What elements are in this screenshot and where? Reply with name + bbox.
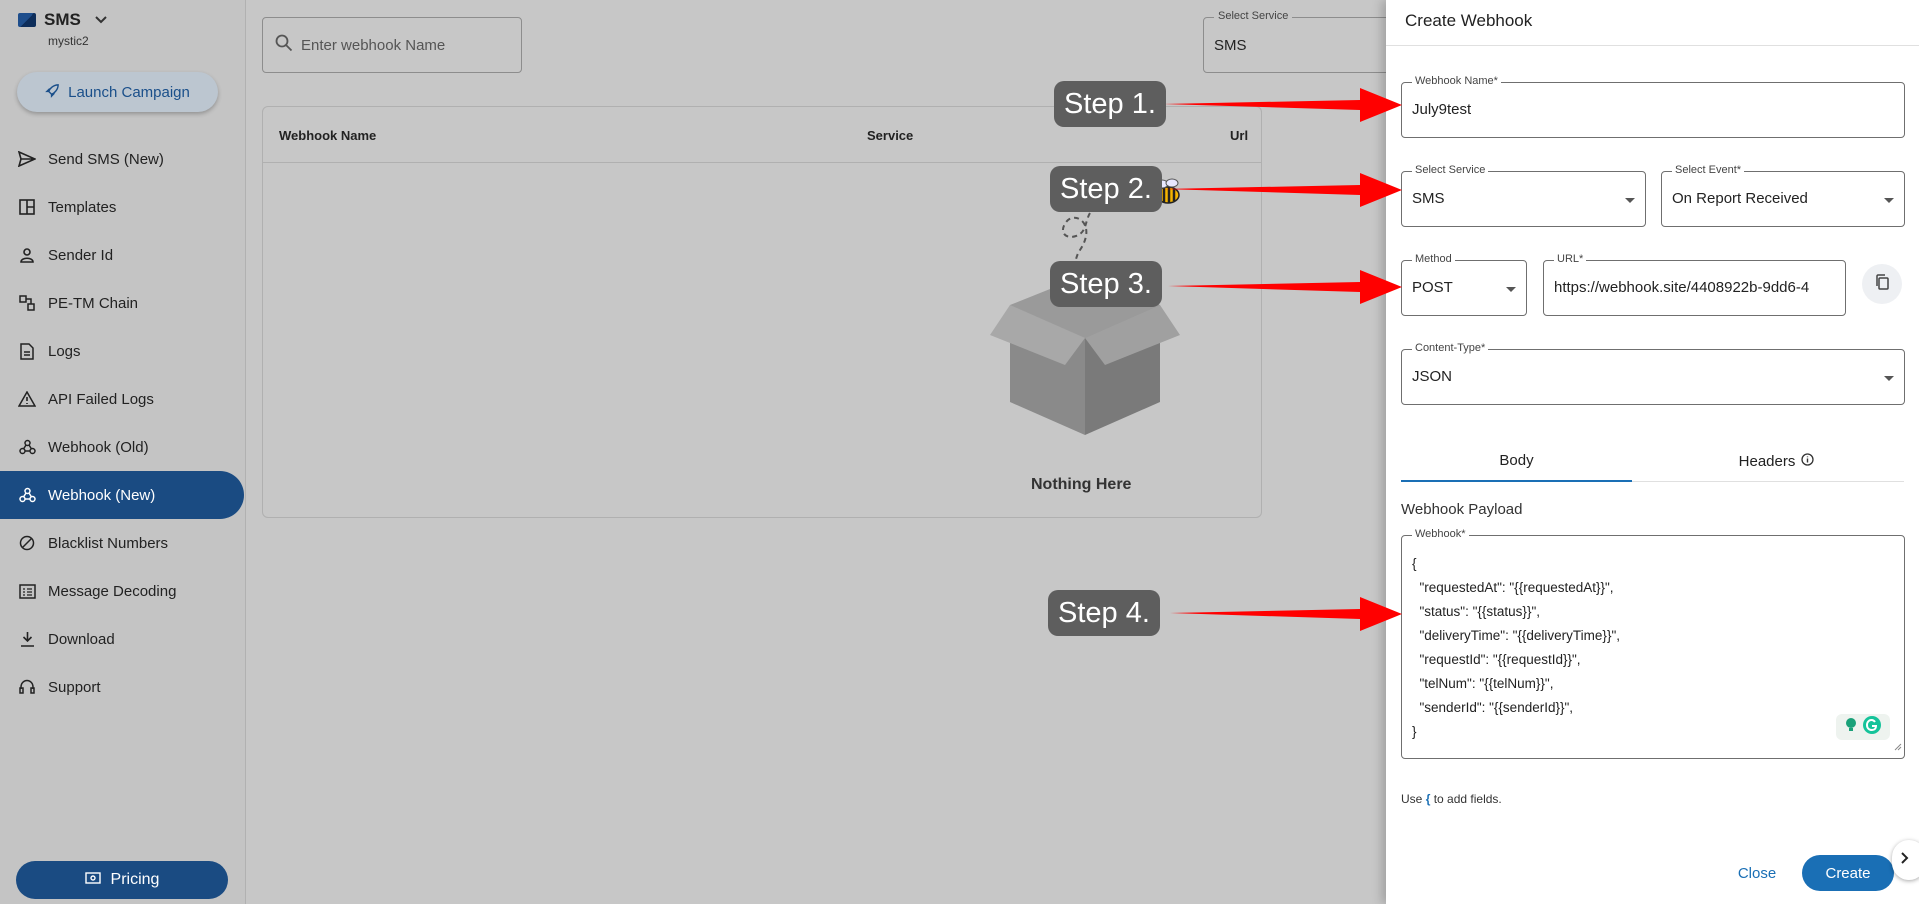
- annotation-arrows: [1163, 88, 1402, 631]
- step-1-label: Step 1.: [1054, 81, 1166, 127]
- step-2-label: Step 2.: [1050, 166, 1162, 212]
- step-4-label: Step 4.: [1048, 590, 1160, 636]
- step-3-label: Step 3.: [1050, 261, 1162, 307]
